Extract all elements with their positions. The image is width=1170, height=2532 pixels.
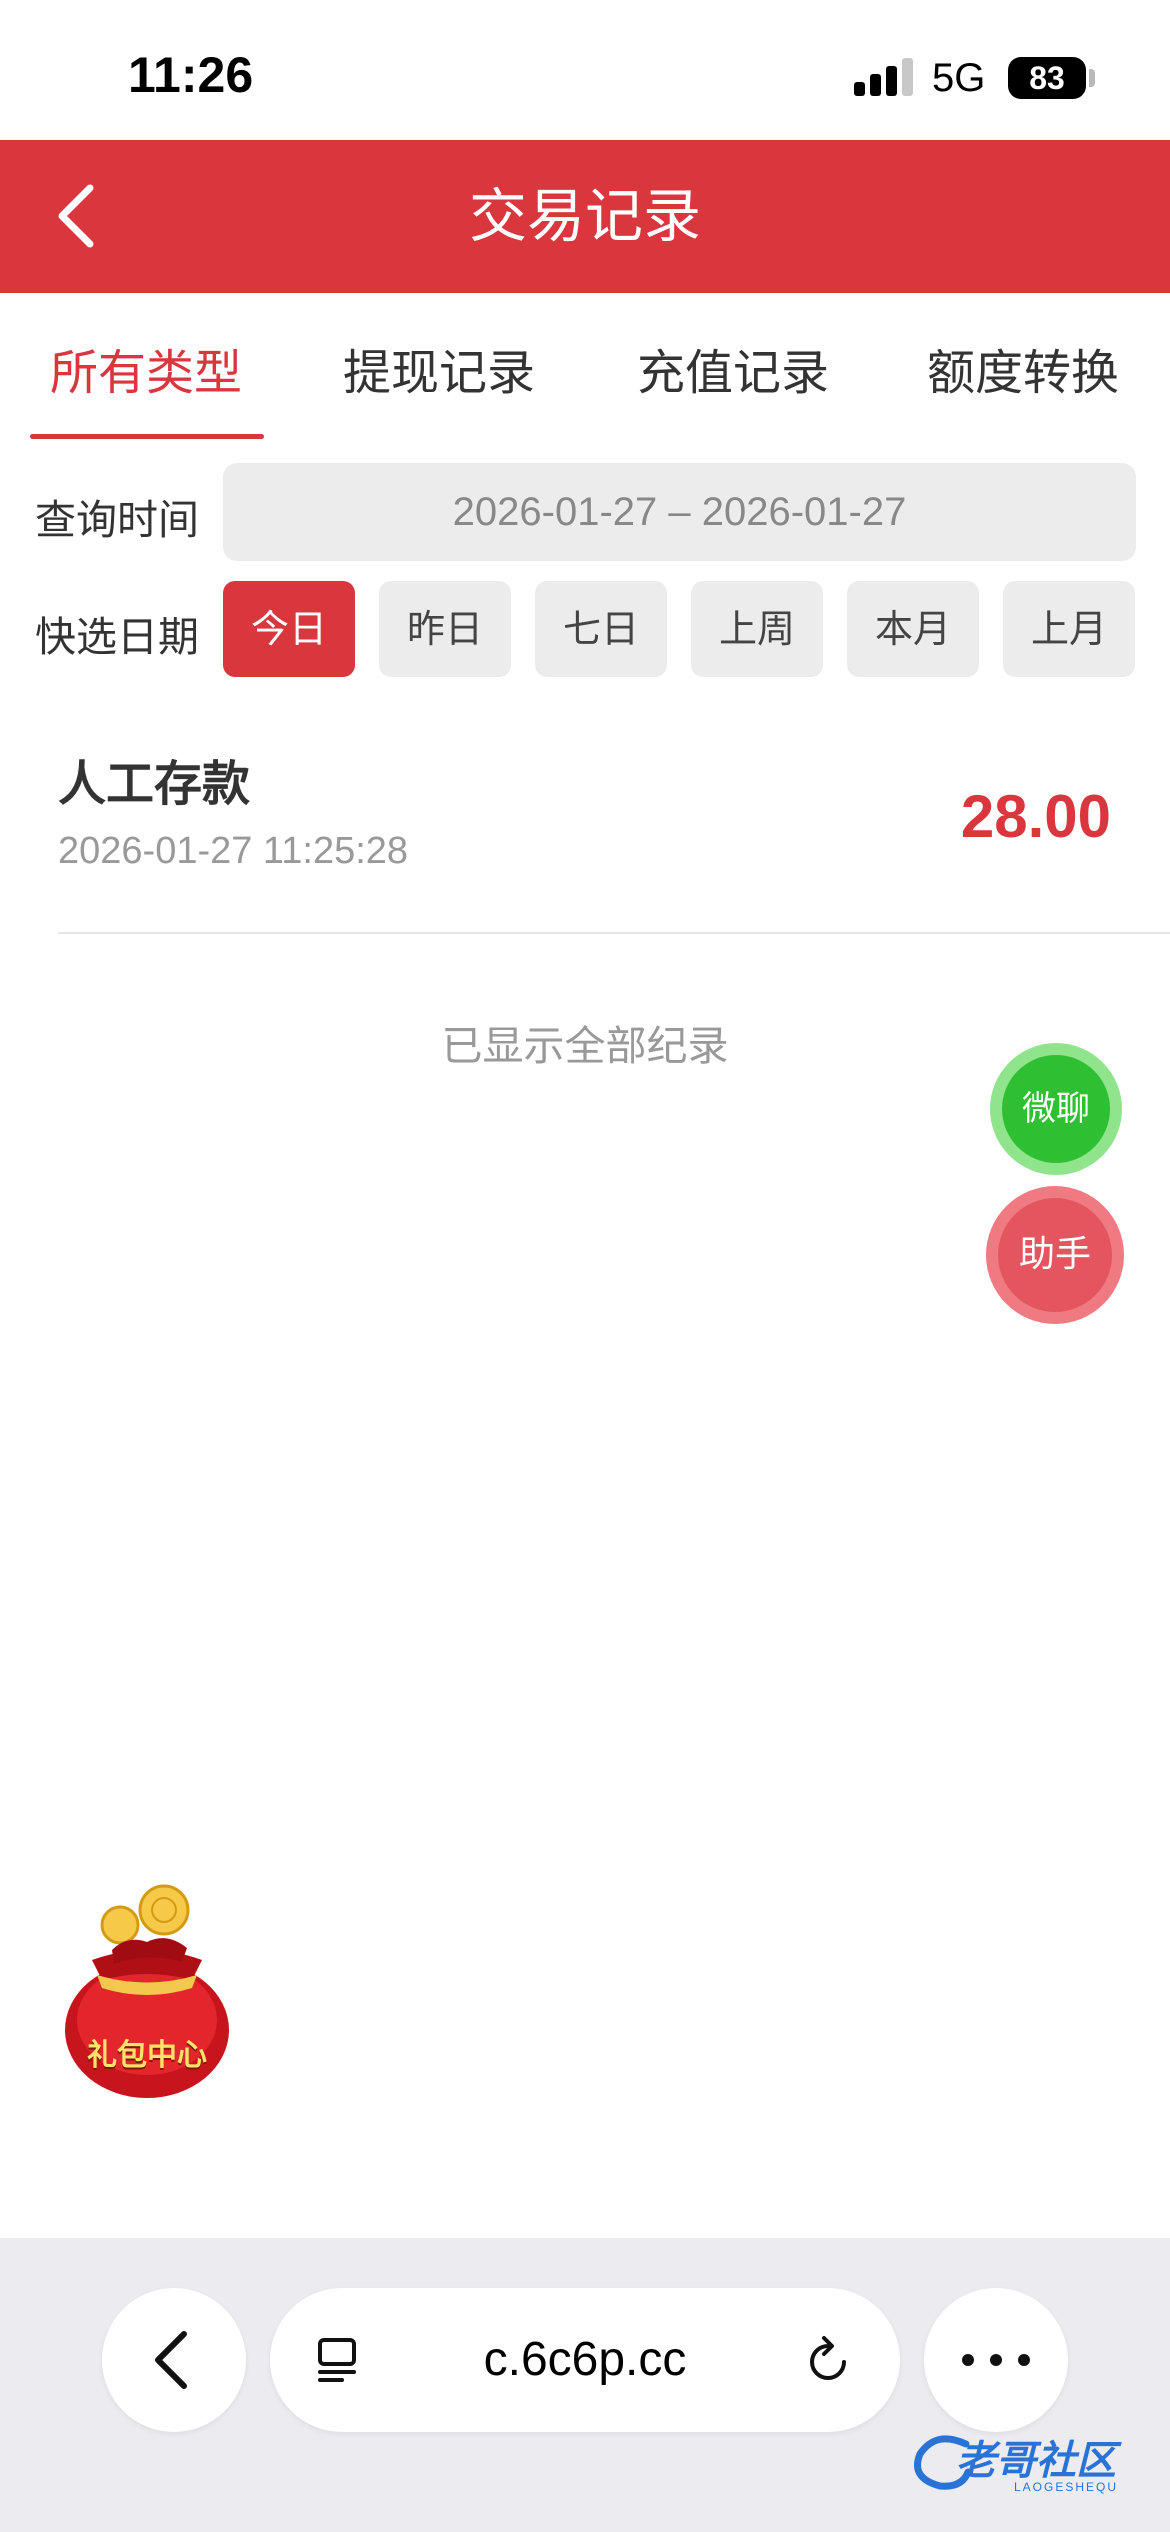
chevron-left-icon (58, 184, 94, 248)
reload-icon[interactable] (800, 2332, 856, 2388)
quick-seven-days-button[interactable]: 七日 (535, 581, 667, 677)
quick-today-button[interactable]: 今日 (223, 581, 355, 677)
quick-date-label: 快选日期 (35, 613, 199, 661)
browser-more-button[interactable] (924, 2288, 1068, 2432)
record-time: 2026-01-27 11:25:28 (58, 830, 409, 872)
record-title: 人工存款 (58, 756, 251, 812)
quick-last-week-button[interactable]: 上周 (691, 581, 823, 677)
tab-all-types[interactable]: 所有类型 (50, 333, 242, 403)
gift-center-button[interactable]: 礼包中心 (52, 1880, 242, 2100)
tab-withdraw-records[interactable]: 提现记录 (343, 333, 535, 403)
back-button[interactable] (40, 168, 130, 264)
signal-icon (854, 58, 916, 96)
network-type: 5G (932, 56, 986, 100)
chat-label: 微聊 (1002, 1055, 1110, 1163)
record-amount: 28.00 (960, 783, 1111, 850)
address-bar[interactable]: c.6c6p.cc (270, 2288, 900, 2432)
query-time-label: 查询时间 (35, 496, 199, 544)
gift-center-label: 礼包中心 (87, 2038, 207, 2073)
watermark-logo: 老哥社区 LAOGESHEQU (906, 2422, 1156, 2502)
status-time: 11:26 (128, 47, 254, 103)
status-bar: 11:26 5G 83 (0, 0, 1170, 140)
tab-bar: 所有类型 提现记录 充值记录 额度转换 (0, 293, 1170, 443)
watermark-subtext: LAOGESHEQU (1014, 2480, 1119, 2494)
battery-cap (1089, 69, 1095, 87)
quick-last-month-button[interactable]: 上月 (1003, 581, 1135, 677)
assistant-float-button[interactable]: 助手 (986, 1186, 1124, 1324)
more-icon (962, 2354, 1030, 2366)
assistant-label: 助手 (998, 1198, 1112, 1312)
end-of-list-text: 已显示全部纪录 (441, 1022, 729, 1070)
date-range-picker[interactable]: 2026-01-27 – 2026-01-27 (223, 463, 1136, 561)
divider (58, 932, 1170, 934)
tab-active-indicator (30, 434, 264, 439)
tab-deposit-records[interactable]: 充值记录 (637, 333, 829, 403)
battery-icon: 83 (1008, 57, 1086, 99)
page-title: 交易记录 (468, 182, 701, 250)
watermark-text: 老哥社区 (956, 2438, 1116, 2484)
tab-credit-transfer[interactable]: 额度转换 (927, 333, 1119, 403)
browser-back-button[interactable] (102, 2288, 246, 2432)
header-bar: 交易记录 (0, 140, 1170, 293)
quick-yesterday-button[interactable]: 昨日 (379, 581, 511, 677)
quick-this-month-button[interactable]: 本月 (847, 581, 979, 677)
chat-float-button[interactable]: 微聊 (990, 1043, 1122, 1175)
chevron-left-icon (155, 2331, 187, 2389)
